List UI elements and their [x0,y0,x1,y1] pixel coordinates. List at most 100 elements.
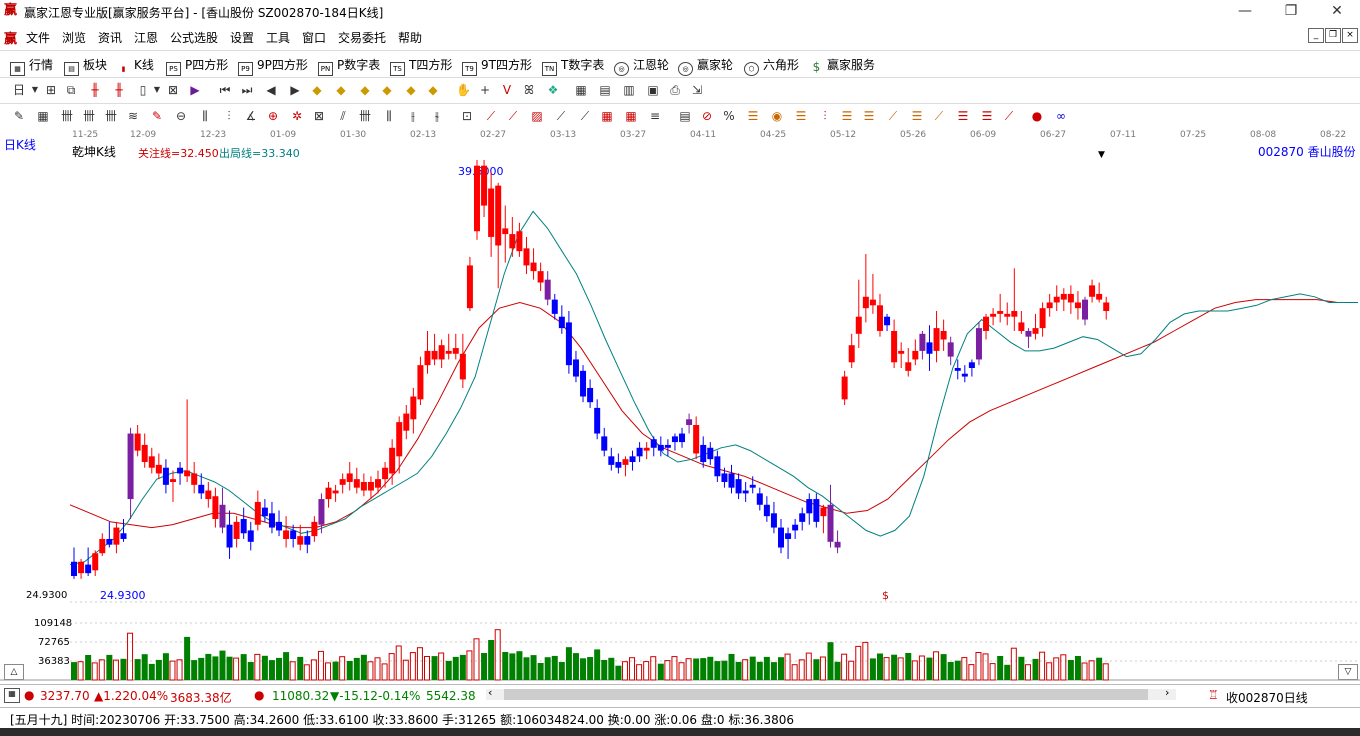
pen-icon[interactable]: ✎ [12,109,26,123]
toolbar-hexagon[interactable]: ⬡ 六角形 [744,56,799,76]
toolbar-gann-wheel[interactable]: ◎ 江恩轮 [614,56,669,76]
fib-10-icon[interactable]: ☰ [980,109,994,123]
fib-icon[interactable]: ☰ [746,109,760,123]
mdi-minimize-button[interactable]: _ [1308,28,1324,43]
fan-3-icon[interactable]: 卌 [104,109,118,123]
trend-icon[interactable]: ⟋ [484,109,498,123]
zoom-icon[interactable]: ⊞ [44,83,58,97]
diamond-5-icon[interactable]: ◆ [404,83,418,97]
hand-icon[interactable]: ✋ [456,83,471,97]
export-icon[interactable]: ⇲ [690,83,704,97]
menu-browse[interactable]: 浏览 [62,29,86,46]
wave-icon[interactable]: ᐯ [500,83,514,97]
toolbar-9t-square[interactable]: T9 9T四方形 [462,56,532,76]
last-icon[interactable]: ⏭ [240,83,254,97]
ray-2-icon[interactable]: ⟋ [578,109,592,123]
menu-window[interactable]: 窗口 [302,29,326,46]
keyboard-icon[interactable]: ▦ [4,688,20,703]
toolbar-quotes[interactable]: ▦ 行情 [10,56,53,76]
fan-4-icon[interactable]: ≋ [126,109,140,123]
crosshair-icon[interactable]: + [478,83,492,97]
comb-icon[interactable]: ⫳ [430,109,444,123]
coin-icon[interactable]: ◉ [770,109,784,123]
ray-icon[interactable]: ⟋ [554,109,568,123]
close-button[interactable]: ✕ [1314,0,1360,24]
percent-icon[interactable]: % [722,109,736,123]
lines-icon[interactable]: ≡ [648,109,662,123]
diamond-1-icon[interactable]: ◆ [310,83,324,97]
box-icon[interactable]: ⊠ [312,109,326,123]
fan-1-icon[interactable]: 卌 [60,109,74,123]
scroll-left-icon[interactable]: ‹ [488,686,492,699]
calendar-icon[interactable]: ▦ [574,83,588,97]
star-icon[interactable]: ✲ [290,109,304,123]
vertical-icon[interactable]: ⫼ [382,109,396,123]
menu-formula[interactable]: 公式选股 [170,29,218,46]
toolbar-kline[interactable]: ▮ K线 [117,56,154,73]
fib-2-icon[interactable]: ☰ [794,109,808,123]
toolbar-t-square[interactable]: TS T四方形 [390,56,452,76]
kline-chart[interactable] [0,130,1360,684]
fib-3-icon[interactable]: ⫶ [818,109,832,123]
menu-gann[interactable]: 江恩 [134,29,158,46]
flag-icon[interactable]: ▶ [188,83,202,97]
prev-icon[interactable]: ◀ [264,83,278,97]
fib-6-icon[interactable]: ⟋ [886,109,900,123]
scroll-right-icon[interactable]: › [1165,686,1169,699]
fib-11-icon[interactable]: ⟋ [1002,109,1016,123]
restore-button[interactable]: ❐ [1268,0,1314,24]
trend-2-icon[interactable]: ⟋ [506,109,520,123]
candle-down-icon[interactable]: ╫ [112,83,126,97]
menu-file[interactable]: 文件 [26,29,50,46]
fib-5-icon[interactable]: ☰ [862,109,876,123]
bar-type-icon[interactable]: ▯ [136,83,150,97]
shape-icon[interactable]: ꕤ [522,83,536,97]
menu-tools[interactable]: 工具 [266,29,290,46]
sheet-icon[interactable]: ▥ [622,83,636,97]
period-select-icon[interactable]: 日 [12,83,26,97]
menu-trade[interactable]: 交易委托 [338,29,386,46]
angle-icon[interactable]: ∡ [244,109,258,123]
rect-icon[interactable]: ⊡ [460,109,474,123]
fan-2-icon[interactable]: 卌 [82,109,96,123]
save-icon[interactable]: ▣ [646,83,660,97]
next-icon[interactable]: ▶ [288,83,302,97]
toolbar-winner-service[interactable]: $ 赢家服务 [810,56,875,73]
cycle-icon[interactable]: ⫶ [222,109,236,123]
mdi-restore-button[interactable]: ❐ [1325,28,1341,43]
scrollbar-thumb[interactable] [504,689,1148,700]
bar-dropdown-icon[interactable]: ▼ [150,83,164,97]
fib-8-icon[interactable]: ⟋ [932,109,946,123]
chart-icon[interactable]: ▤ [678,109,692,123]
toolbar-blocks[interactable]: ▤ 板块 [64,56,107,76]
calc-icon[interactable]: ⊠ [166,83,180,97]
dropdown-arrow-icon[interactable]: ▼ [28,83,42,97]
mesh-icon[interactable]: ▦ [600,109,614,123]
diamond-6-icon[interactable]: ◆ [426,83,440,97]
toolbar-9p-square[interactable]: P9 9P四方形 [238,56,308,76]
line-icon[interactable]: ⫽ [336,109,350,123]
menu-help[interactable]: 帮助 [398,29,422,46]
toolbar-p-square[interactable]: PS P四方形 [166,56,228,76]
candle-up-icon[interactable]: ╫ [88,83,102,97]
first-icon[interactable]: ⏮ [218,83,232,97]
fib-7-icon[interactable]: ☰ [910,109,924,123]
infinity-icon[interactable]: ∞ [1054,109,1068,123]
table-icon[interactable]: ▤ [598,83,612,97]
hatch-icon[interactable]: ▨ [530,109,544,123]
print-icon[interactable]: ⎙ [668,83,682,97]
toolbar-t-table[interactable]: TN T数字表 [542,56,604,76]
fib-9-icon[interactable]: ☰ [956,109,970,123]
tick-icon[interactable]: ⫲ [406,109,420,123]
diamond-3-icon[interactable]: ◆ [358,83,372,97]
diamond-4-icon[interactable]: ◆ [380,83,394,97]
target-icon[interactable]: ⊕ [266,109,280,123]
toolbar-winner-wheel[interactable]: ◎ 赢家轮 [678,56,733,76]
mesh-2-icon[interactable]: ▦ [624,109,638,123]
menu-settings[interactable]: 设置 [230,29,254,46]
parallel-icon[interactable]: ⫼ [198,109,212,123]
ruler-icon[interactable]: ⊘ [700,109,714,123]
grid-tool-icon[interactable]: ▦ [36,109,50,123]
channel-icon[interactable]: 卌 [358,109,372,123]
mdi-close-button[interactable]: × [1342,28,1358,43]
